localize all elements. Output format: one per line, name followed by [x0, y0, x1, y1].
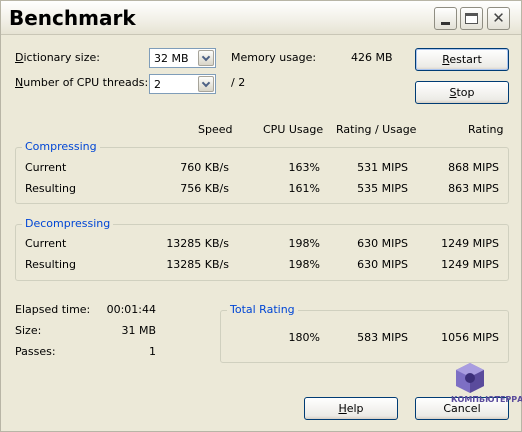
- decompressing-resulting-cpu: 198%: [288, 258, 320, 271]
- compressing-resulting-rating-usage: 535 MIPS: [357, 182, 408, 195]
- dictionary-size-select[interactable]: 32 MB: [149, 48, 216, 68]
- decompressing-current-cpu: 198%: [288, 237, 320, 250]
- watermark-text: КОМПЬЮТЕРРА: [451, 395, 522, 404]
- column-header-cpu-usage: CPU Usage: [263, 123, 324, 136]
- size-label: Size:: [15, 324, 42, 337]
- total-rating-group-title: Total Rating: [227, 303, 298, 316]
- minimize-icon: [441, 22, 450, 25]
- chevron-down-icon: [201, 78, 211, 87]
- help-button-label: Help: [338, 402, 364, 415]
- compressing-resulting-label: Resulting: [25, 182, 76, 195]
- compressing-resulting-rating: 863 MIPS: [448, 182, 499, 195]
- decompressing-current-label: Current: [25, 237, 67, 250]
- column-header-rating-usage: Rating / Usage: [336, 123, 417, 136]
- decompressing-current-rating-usage: 630 MIPS: [357, 237, 408, 250]
- decompressing-group-title: Decompressing: [22, 217, 114, 230]
- chevron-down-icon: [201, 52, 211, 61]
- compressing-current-cpu: 163%: [288, 161, 320, 174]
- cpu-threads-dropdown[interactable]: [198, 76, 214, 92]
- dictionary-size-label: Dictionary size:: [15, 51, 100, 64]
- dictionary-size-dropdown[interactable]: [198, 50, 214, 66]
- stop-button[interactable]: Stop: [415, 81, 509, 104]
- total-rating-rating: 1056 MIPS: [441, 331, 499, 344]
- restart-button-label: Restart: [442, 53, 482, 66]
- close-icon: ✕: [492, 9, 505, 27]
- elapsed-time-label: Elapsed time:: [15, 303, 91, 316]
- decompressing-resulting-rating: 1249 MIPS: [441, 258, 499, 271]
- compressing-current-label: Current: [25, 161, 67, 174]
- stop-button-label: Stop: [449, 86, 475, 99]
- title-bar[interactable]: Benchmark ✕: [1, 1, 521, 35]
- window-title: Benchmark: [9, 6, 136, 30]
- total-rating-rating-usage: 583 MIPS: [357, 331, 408, 344]
- decompressing-resulting-speed: 13285 KB/s: [166, 258, 229, 271]
- size-value: 31 MB: [121, 324, 156, 337]
- compressing-current-rating-usage: 531 MIPS: [357, 161, 408, 174]
- dictionary-size-value: 32 MB: [154, 52, 189, 65]
- compressing-current-rating: 868 MIPS: [448, 161, 499, 174]
- watermark-logo: [456, 363, 484, 393]
- maximize-button[interactable]: [460, 7, 483, 30]
- restart-button[interactable]: Restart: [415, 48, 509, 71]
- compressing-group: Compressing: [15, 140, 509, 204]
- memory-usage-label: Memory usage:: [231, 51, 317, 64]
- help-button[interactable]: Help: [304, 397, 398, 420]
- column-header-rating: Rating: [468, 123, 504, 136]
- memory-usage-value: 426 MB: [351, 51, 393, 64]
- passes-label: Passes:: [15, 345, 56, 358]
- cpu-threads-value: 2: [154, 78, 161, 91]
- compressing-current-speed: 760 KB/s: [180, 161, 229, 174]
- total-rating-cpu: 180%: [288, 331, 320, 344]
- decompressing-current-rating: 1249 MIPS: [441, 237, 499, 250]
- passes-value: 1: [149, 345, 156, 358]
- cpu-threads-max: / 2: [231, 76, 246, 89]
- elapsed-time-value: 00:01:44: [106, 303, 156, 316]
- decompressing-group: Decompressing: [15, 217, 509, 281]
- decompressing-current-speed: 13285 KB/s: [166, 237, 229, 250]
- decompressing-resulting-rating-usage: 630 MIPS: [357, 258, 408, 271]
- decompressing-resulting-label: Resulting: [25, 258, 76, 271]
- compressing-resulting-cpu: 161%: [288, 182, 320, 195]
- compressing-group-title: Compressing: [22, 140, 100, 153]
- close-button[interactable]: ✕: [487, 7, 510, 30]
- minimize-button[interactable]: [434, 7, 457, 30]
- maximize-icon: [465, 13, 478, 24]
- compressing-resulting-speed: 756 KB/s: [180, 182, 229, 195]
- column-header-speed: Speed: [198, 123, 233, 136]
- cpu-threads-label: Number of CPU threads:: [15, 76, 149, 89]
- cpu-threads-select[interactable]: 2: [149, 74, 216, 94]
- benchmark-window: Benchmark ✕ Dictionary size: 32 MB Numbe…: [0, 0, 522, 432]
